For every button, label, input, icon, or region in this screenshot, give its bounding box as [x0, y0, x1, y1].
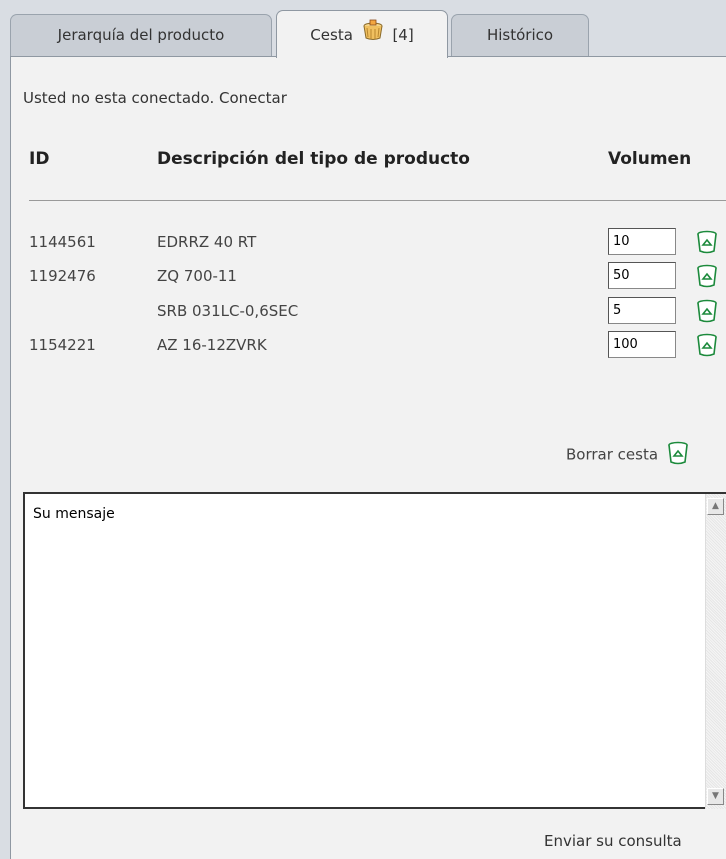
basket-count: [4] [392, 26, 414, 44]
table-row: 1144561 EDRRZ 40 RT [11, 228, 726, 260]
connect-link[interactable]: Conectar [219, 89, 287, 107]
clear-basket-button[interactable]: Borrar cesta [566, 441, 689, 469]
row-id: 1144561 [29, 233, 96, 251]
trash-icon[interactable] [696, 230, 718, 254]
login-status-text: Usted no esta conectado. [23, 89, 215, 107]
tab-product-hierarchy[interactable]: Jerarquía del producto [10, 14, 272, 56]
row-description: AZ 16-12ZVRK [157, 336, 267, 354]
tab-label: Cesta [310, 26, 353, 44]
tab-label: Jerarquía del producto [57, 26, 225, 44]
vertical-scrollbar[interactable]: ▲ ▼ [705, 494, 726, 809]
tab-history[interactable]: Histórico [451, 14, 589, 56]
row-description: EDRRZ 40 RT [157, 233, 257, 251]
scroll-up-arrow-icon[interactable]: ▲ [707, 498, 724, 515]
column-header-description: Descripción del tipo de producto [157, 149, 470, 169]
clear-basket-label: Borrar cesta [566, 445, 659, 464]
trash-icon[interactable] [696, 264, 718, 288]
login-status: Usted no esta conectado. Conectar [23, 89, 287, 107]
row-description: ZQ 700-11 [157, 267, 237, 285]
message-text: Su mensaje [33, 506, 115, 522]
basket-icon [362, 12, 384, 60]
trash-icon[interactable] [696, 333, 718, 357]
tab-label: Histórico [486, 26, 554, 44]
send-query-button[interactable]: Enviar su consulta [544, 832, 682, 850]
volume-input[interactable] [608, 228, 676, 255]
scroll-down-arrow-icon[interactable]: ▼ [707, 788, 724, 805]
header-divider [29, 200, 726, 201]
message-textarea[interactable]: Su mensaje ▲ ▼ [23, 492, 726, 809]
row-description: SRB 031LC-0,6SEC [157, 302, 299, 320]
basket-panel: Usted no esta conectado. Conectar ID Des… [10, 56, 726, 859]
column-header-volume: Volumen [608, 149, 692, 169]
row-id: 1192476 [29, 267, 96, 285]
tab-bar: Jerarquía del producto Histórico Cesta [… [0, 0, 726, 58]
table-row: 1154221 AZ 16-12ZVRK [11, 331, 726, 363]
table-row: SRB 031LC-0,6SEC [11, 297, 726, 329]
column-header-id: ID [29, 149, 50, 169]
tab-basket[interactable]: Cesta [4] [276, 10, 448, 58]
trash-icon [667, 441, 689, 469]
row-id: 1154221 [29, 336, 96, 354]
table-row: 1192476 ZQ 700-11 [11, 262, 726, 294]
volume-input[interactable] [608, 262, 676, 289]
volume-input[interactable] [608, 331, 676, 358]
volume-input[interactable] [608, 297, 676, 324]
trash-icon[interactable] [696, 299, 718, 323]
